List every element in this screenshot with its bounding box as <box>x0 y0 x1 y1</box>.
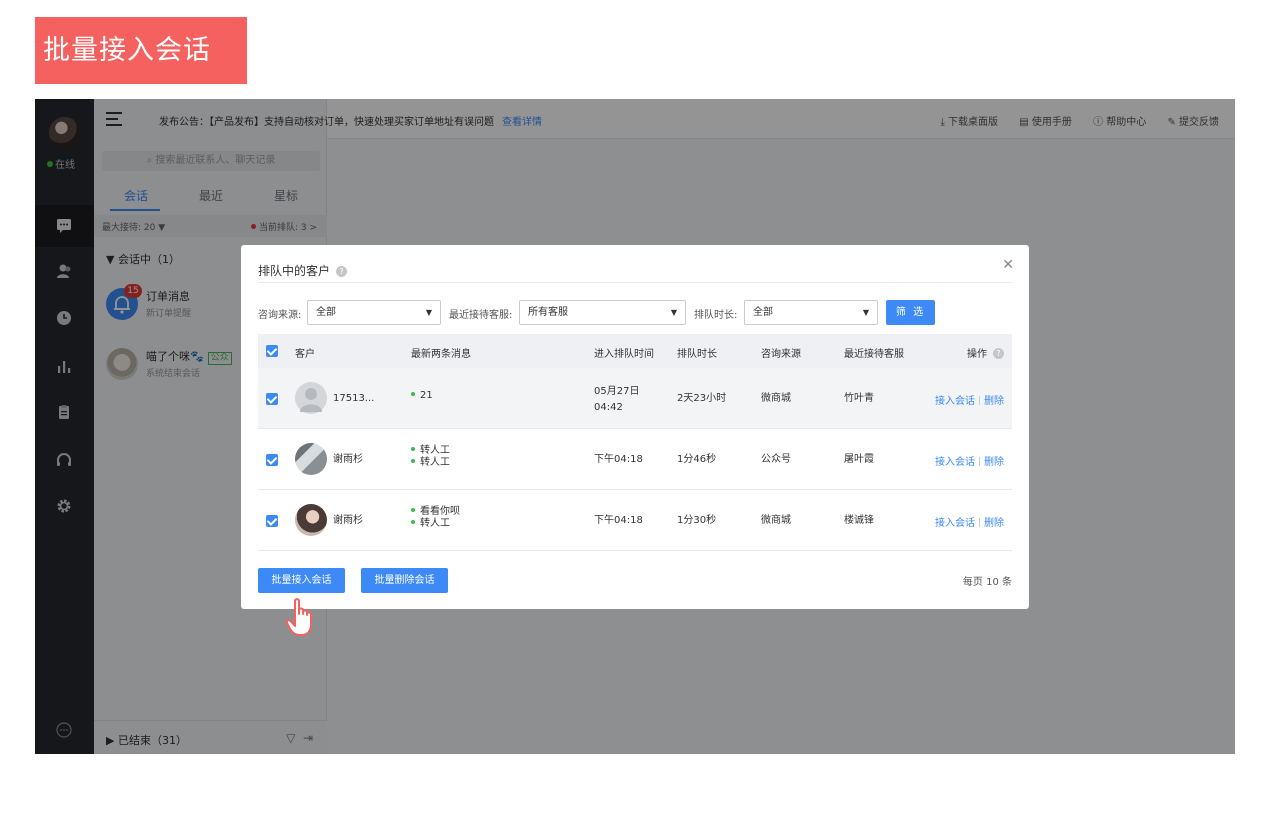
row-checkbox[interactable] <box>266 515 278 527</box>
col-last-agent: 最近接待客服 <box>844 349 904 360</box>
delete-link[interactable]: 删除 <box>984 518 1004 529</box>
queue-time: 下午04:18 <box>594 515 643 526</box>
customer-name: 17513... <box>333 393 375 404</box>
row-actions: 接入会话 删除 <box>935 514 1004 529</box>
help-icon[interactable]: ? <box>993 348 1004 359</box>
row-actions: 接入会话 删除 <box>935 453 1004 468</box>
page-size-label: 每页 10 条 <box>962 577 1012 588</box>
last-agent: 楼诚锋 <box>844 515 874 526</box>
dialog-title: 排队中的客户? <box>258 262 348 279</box>
queue-duration: 1分30秒 <box>677 515 717 526</box>
source-select-value: 全部 <box>316 307 336 318</box>
source: 微商城 <box>761 393 791 404</box>
dialog-title-text: 排队中的客户 <box>258 264 331 278</box>
customer-name: 谢雨杉 <box>333 454 363 465</box>
col-messages: 最新两条消息 <box>411 349 471 360</box>
col-actions: 操作? <box>967 345 1004 360</box>
duration-select[interactable]: 全部 ▼ <box>744 300 878 325</box>
batch-delete-button[interactable]: 批量删除会话 <box>361 568 448 593</box>
queue-clock: 04:42 <box>594 402 623 413</box>
divider <box>979 396 980 405</box>
message-line: 21 <box>411 390 433 402</box>
bullet-icon <box>411 508 415 512</box>
delete-link[interactable]: 删除 <box>984 396 1004 407</box>
caret-down-icon: ▼ <box>862 308 869 317</box>
message-text: 看看你呗 <box>420 506 460 517</box>
table-row[interactable]: 17513... 21 05月27日 04:42 2天23小时 微商城 竹叶青 接… <box>258 368 1012 429</box>
filter-button[interactable]: 筛 选 <box>886 300 935 325</box>
caret-down-icon: ▼ <box>425 308 432 317</box>
batch-accept-button[interactable]: 批量接入会话 <box>258 568 345 593</box>
source: 微商城 <box>761 515 791 526</box>
col-queue-duration: 排队时长 <box>677 349 717 360</box>
latest-messages: 转人工 转人工 <box>411 445 450 469</box>
message-line: 转人工 <box>411 445 450 457</box>
latest-messages: 看看你呗 转人工 <box>411 506 460 530</box>
avatar <box>295 443 327 475</box>
duration-filter-label: 排队时长: <box>694 310 738 321</box>
row-checkbox[interactable] <box>266 454 278 466</box>
accept-conversation-link[interactable]: 接入会话 <box>935 396 975 407</box>
bullet-icon <box>411 520 415 524</box>
col-customer: 客户 <box>295 349 315 360</box>
row-actions: 接入会话 删除 <box>935 392 1004 407</box>
customer-name: 谢雨杉 <box>333 515 363 526</box>
divider <box>258 282 1012 283</box>
select-all-checkbox[interactable] <box>266 345 278 357</box>
pointer-hand-icon <box>284 597 320 639</box>
screen: 批量接入会话 在线 ⌕ 搜索最近联系人、聊天记录 会话 最近 星标 最大接待: … <box>0 0 1274 819</box>
queue-time: 05月27日 04:42 <box>594 385 639 414</box>
agent-select[interactable]: 所有客服 ▼ <box>519 300 686 325</box>
agent-select-value: 所有客服 <box>528 307 568 318</box>
table-row[interactable]: 谢雨杉 看看你呗 转人工 下午04:18 1分30秒 微商城 楼诚锋 接入会话删… <box>258 490 1012 551</box>
source-select[interactable]: 全部 ▼ <box>307 300 441 325</box>
row-checkbox[interactable] <box>266 393 278 405</box>
message-text: 转人工 <box>420 518 450 529</box>
table-header: 客户 最新两条消息 进入排队时间 排队时长 咨询来源 最近接待客服 操作? <box>258 334 1012 368</box>
col-actions-label: 操作 <box>967 349 987 360</box>
queue-time: 下午04:18 <box>594 454 643 465</box>
queue-duration: 1分46秒 <box>677 454 717 465</box>
divider <box>979 457 980 466</box>
last-agent: 竹叶青 <box>844 393 874 404</box>
message-text: 转人工 <box>420 445 450 456</box>
source-filter-label: 咨询来源: <box>258 310 302 321</box>
close-icon[interactable]: ✕ <box>1002 257 1014 273</box>
last-agent: 屠叶霞 <box>844 454 874 465</box>
caret-down-icon: ▼ <box>670 308 677 317</box>
accept-conversation-link[interactable]: 接入会话 <box>935 457 975 468</box>
queue-dialog: 排队中的客户? ✕ 咨询来源: 全部 ▼ 最近接待客服: 所有客服 ▼ 排队时长: … <box>241 245 1029 609</box>
help-icon[interactable]: ? <box>336 266 348 277</box>
avatar <box>295 382 327 414</box>
filter-bar: 咨询来源: 全部 ▼ 最近接待客服: 所有客服 ▼ 排队时长: 全部 ▼ 筛 选 <box>258 300 1012 325</box>
message-text: 21 <box>420 390 433 401</box>
bullet-icon <box>411 392 415 396</box>
queue-date: 05月27日 <box>594 386 640 397</box>
queue-duration: 2天23小时 <box>677 393 727 404</box>
latest-messages: 21 <box>411 390 433 402</box>
banner-title: 批量接入会话 <box>35 17 247 84</box>
table-row[interactable]: 谢雨杉 转人工 转人工 下午04:18 1分46秒 公众号 屠叶霞 接入会话 删除 <box>258 429 1012 490</box>
col-source: 咨询来源 <box>761 349 801 360</box>
divider <box>979 518 980 527</box>
avatar <box>295 504 327 536</box>
message-line: 转人工 <box>411 518 460 530</box>
duration-select-value: 全部 <box>753 307 773 318</box>
col-queue-time: 进入排队时间 <box>594 349 654 360</box>
message-text: 转人工 <box>420 457 450 468</box>
message-line: 看看你呗 <box>411 506 460 518</box>
message-line: 转人工 <box>411 457 450 469</box>
accept-conversation-link[interactable]: 接入会话 <box>935 518 975 529</box>
bullet-icon <box>411 447 415 451</box>
bullet-icon <box>411 459 415 463</box>
delete-link[interactable]: 删除 <box>984 457 1004 468</box>
agent-filter-label: 最近接待客服: <box>449 310 513 321</box>
source: 公众号 <box>761 454 791 465</box>
